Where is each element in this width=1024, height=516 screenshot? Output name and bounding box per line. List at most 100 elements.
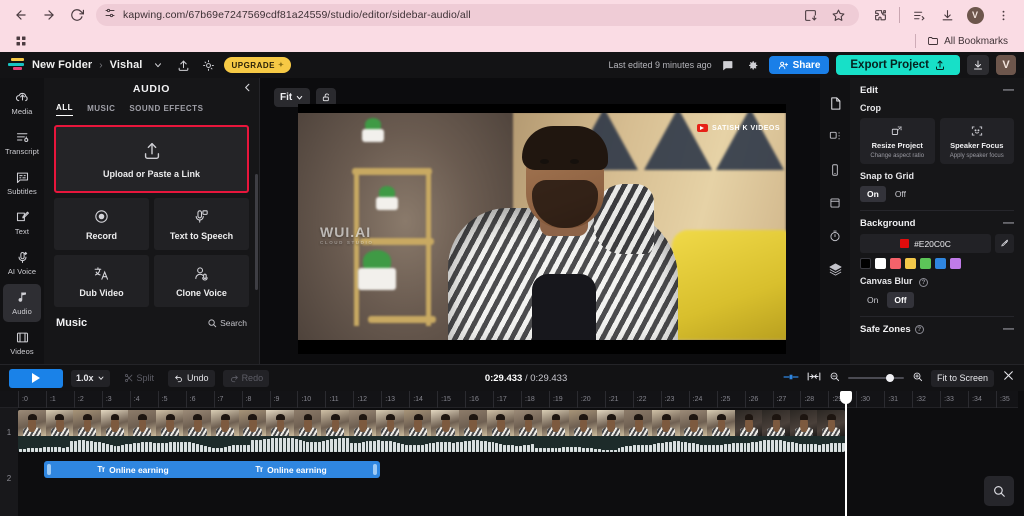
text-clip-1[interactable]: Tᴛ Online earning [54, 465, 212, 475]
clip-right-handle[interactable] [373, 464, 377, 475]
resize-project-card[interactable]: Resize Project Change aspect ratio [860, 118, 935, 164]
track-number: 1 [6, 428, 12, 437]
layers-icon[interactable] [828, 262, 843, 282]
eyedropper-icon[interactable] [995, 234, 1014, 253]
mobile-icon[interactable] [828, 163, 842, 182]
reload-icon[interactable] [64, 2, 90, 28]
clip-left-handle[interactable] [47, 464, 51, 475]
fit-between-markers-icon[interactable] [807, 369, 821, 387]
help-icon[interactable]: ? [919, 278, 929, 287]
play-button[interactable] [9, 368, 63, 388]
breadcrumb-folder[interactable]: New Folder [32, 59, 92, 71]
background-color-field[interactable]: #E20C0C [860, 234, 991, 253]
clip-fit-icon[interactable] [783, 369, 799, 387]
download-icon[interactable] [967, 55, 989, 75]
star-icon[interactable] [825, 2, 851, 28]
swatch-purple[interactable] [950, 258, 961, 269]
collapse-background-icon[interactable]: — [1003, 218, 1014, 229]
clone-voice-tile[interactable]: Clone Voice [154, 255, 249, 307]
ruler-tick: :28 [800, 391, 814, 408]
export-project-button[interactable]: Export Project [836, 55, 960, 75]
chevron-left-icon[interactable] [242, 82, 253, 96]
close-icon[interactable] [1002, 369, 1015, 387]
help-icon[interactable]: ? [914, 325, 924, 334]
video-stage[interactable]: WUI.AI CLOUD STUDIO SATISH K VIDEOS [298, 104, 786, 354]
tab-music[interactable]: MUSIC [87, 104, 115, 116]
back-arrow-icon[interactable] [8, 2, 34, 28]
sidebar-item-audio[interactable]: Audio [3, 284, 41, 322]
document-icon[interactable] [828, 96, 843, 116]
square-icon[interactable] [828, 196, 842, 215]
video-clip[interactable] [18, 410, 845, 452]
collapse-edit-icon[interactable]: — [1003, 85, 1014, 96]
timeline-zoom-slider[interactable] [847, 374, 904, 382]
sidebar-item-subtitles[interactable]: Subtitles [3, 164, 41, 202]
record-tile[interactable]: Record [54, 198, 149, 250]
upgrade-button[interactable]: UPGRADE ✦ [224, 57, 292, 73]
panel-scrollbar[interactable] [255, 174, 258, 290]
sidebar-item-media[interactable]: Media [3, 84, 41, 122]
dub-video-tile[interactable]: Dub Video [54, 255, 149, 307]
site-settings-icon[interactable] [104, 6, 116, 24]
canvas-blur-on-option[interactable]: On [860, 292, 885, 308]
upload-or-paste-link-dropzone[interactable]: Upload or Paste a Link [54, 125, 249, 193]
brightness-icon[interactable] [199, 56, 217, 74]
apps-grid-icon[interactable] [10, 32, 32, 50]
all-bookmarks-button[interactable]: All Bookmarks [915, 34, 1014, 48]
text-clip-group[interactable]: Tᴛ Online earning Tᴛ Online earning [44, 461, 380, 478]
ruler-tick: :10 [297, 391, 311, 408]
sidebar-item-text[interactable]: Text [3, 204, 41, 242]
timeline[interactable]: :0:1:2:3:4:5:6:7:8:9:10:11:12:13:14:15:1… [0, 391, 1024, 516]
timer-icon[interactable] [828, 229, 842, 248]
redo-button[interactable]: Redo [222, 369, 270, 387]
letterbox-top [298, 104, 786, 113]
zoom-slider-knob[interactable] [885, 374, 894, 382]
timeline-ruler[interactable]: :0:1:2:3:4:5:6:7:8:9:10:11:12:13:14:15:1… [0, 391, 1024, 408]
playhead[interactable] [840, 391, 852, 516]
fit-to-screen-button[interactable]: Fit to Screen [930, 369, 994, 387]
split-button[interactable]: Split [118, 370, 161, 387]
text-clip-2[interactable]: Tᴛ Online earning [212, 465, 370, 475]
share-button[interactable]: Share [768, 56, 830, 74]
zoom-out-icon[interactable] [829, 369, 840, 387]
undo-button[interactable]: Undo [168, 369, 215, 387]
user-avatar[interactable]: V [996, 55, 1016, 75]
snap-off-option[interactable]: Off [888, 186, 913, 202]
sidebar-item-label: Audio [12, 307, 32, 316]
swatch-blue[interactable] [935, 258, 946, 269]
zoom-in-icon[interactable] [912, 369, 923, 387]
chevron-down-icon[interactable] [149, 56, 167, 74]
sidebar-item-videos[interactable]: Videos [3, 324, 41, 362]
speaker-focus-card[interactable]: Speaker Focus Apply speaker focus [939, 118, 1014, 164]
forward-arrow-icon[interactable] [36, 2, 62, 28]
swatch-black[interactable] [860, 258, 871, 269]
tab-sound-effects[interactable]: SOUND EFFECTS [129, 104, 203, 116]
text-to-speech-tile[interactable]: Text to Speech [154, 198, 249, 250]
layout-icon[interactable] [828, 130, 842, 149]
swatch-green[interactable] [920, 258, 931, 269]
music-search-button[interactable]: Search [207, 318, 247, 328]
downloads-icon[interactable] [934, 2, 960, 28]
install-app-icon[interactable] [797, 2, 823, 28]
three-dot-menu-icon[interactable] [990, 2, 1016, 28]
collapse-safe-zones-icon[interactable]: — [1003, 324, 1014, 335]
swatch-white[interactable] [875, 258, 886, 269]
swatch-red[interactable] [890, 258, 901, 269]
tab-all[interactable]: ALL [56, 103, 74, 116]
gear-icon[interactable] [744, 56, 762, 74]
comment-icon[interactable] [719, 56, 737, 74]
address-bar[interactable]: kapwing.com/67b69e7247569cdf81a24559/stu… [96, 4, 859, 26]
kapwing-logo[interactable] [8, 58, 25, 72]
snap-on-option[interactable]: On [860, 186, 886, 202]
swatch-yellow[interactable] [905, 258, 916, 269]
browser-profile-avatar[interactable]: V [962, 2, 988, 28]
sidebar-item-transcript[interactable]: Transcript [3, 124, 41, 162]
reading-list-icon[interactable] [906, 2, 932, 28]
breadcrumb-project[interactable]: Vishal [110, 59, 143, 71]
timeline-search-button[interactable] [984, 476, 1014, 506]
extensions-puzzle-icon[interactable] [867, 2, 893, 28]
canvas-blur-off-option[interactable]: Off [887, 292, 914, 308]
upload-icon[interactable] [174, 56, 192, 74]
sidebar-item-ai-voice[interactable]: AI Voice [3, 244, 41, 282]
playback-speed-dropdown[interactable]: 1.0x [71, 369, 110, 387]
